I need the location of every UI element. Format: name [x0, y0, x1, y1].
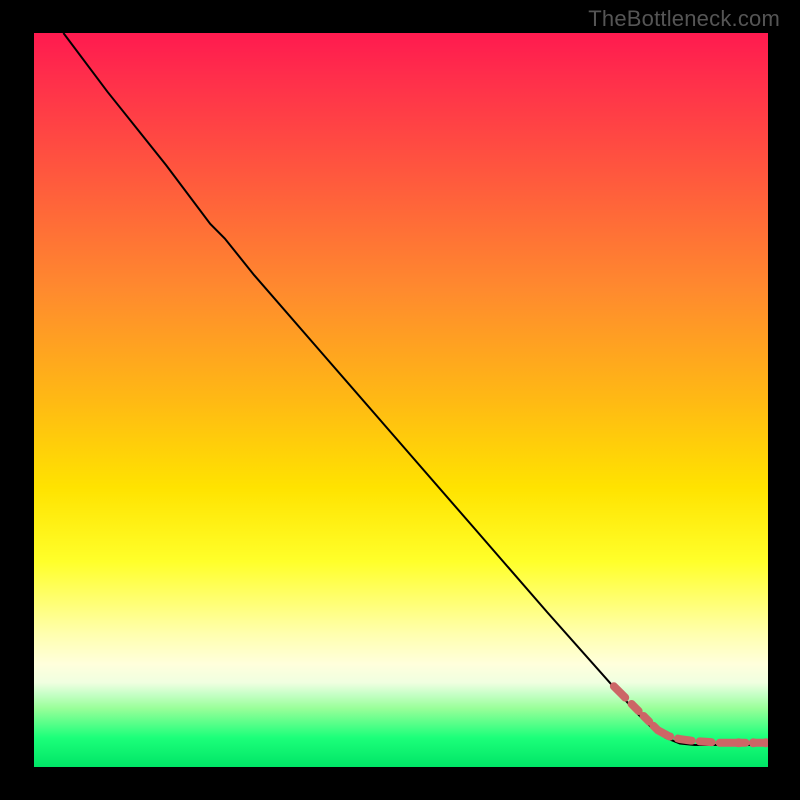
chart-frame: TheBottleneck.com [0, 0, 800, 800]
series-curve [63, 33, 768, 745]
tail-dashed-line [614, 686, 764, 743]
tail-dot [734, 738, 743, 747]
curve-line [63, 33, 768, 745]
chart-svg [34, 33, 768, 767]
attribution-text: TheBottleneck.com [588, 6, 780, 32]
series-tail-markers [614, 686, 768, 747]
tail-dot [749, 738, 758, 747]
